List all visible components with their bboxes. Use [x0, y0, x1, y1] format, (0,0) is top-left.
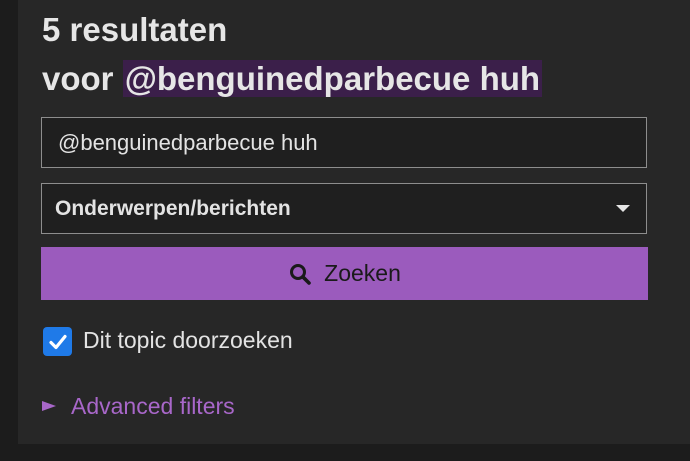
for-prefix: voor — [42, 60, 114, 97]
search-icon — [288, 261, 314, 287]
results-count-heading: 5 resultaten — [42, 11, 228, 48]
search-input[interactable]: @benguinedparbecue huh — [41, 117, 647, 168]
checkmark-icon — [48, 334, 67, 349]
results-query-heading: voor @benguinedparbecue huh — [42, 59, 543, 99]
highlighted-query: @benguinedparbecue huh — [122, 60, 543, 97]
scope-select[interactable]: Onderwerpen/berichten — [41, 183, 647, 234]
advanced-filters-toggle[interactable]: Advanced filters — [42, 391, 235, 421]
chevron-down-icon — [616, 205, 630, 212]
disclosure-triangle-icon — [42, 401, 56, 411]
this-topic-checkbox[interactable] — [43, 327, 72, 356]
scope-select-value: Onderwerpen/berichten — [55, 197, 291, 220]
this-topic-label[interactable]: Dit topic doorzoeken — [83, 325, 293, 355]
search-button[interactable]: Zoeken — [41, 247, 648, 300]
search-button-label: Zoeken — [324, 260, 401, 286]
search-input-value: @benguinedparbecue huh — [58, 130, 318, 155]
advanced-filters-label: Advanced filters — [71, 392, 235, 419]
